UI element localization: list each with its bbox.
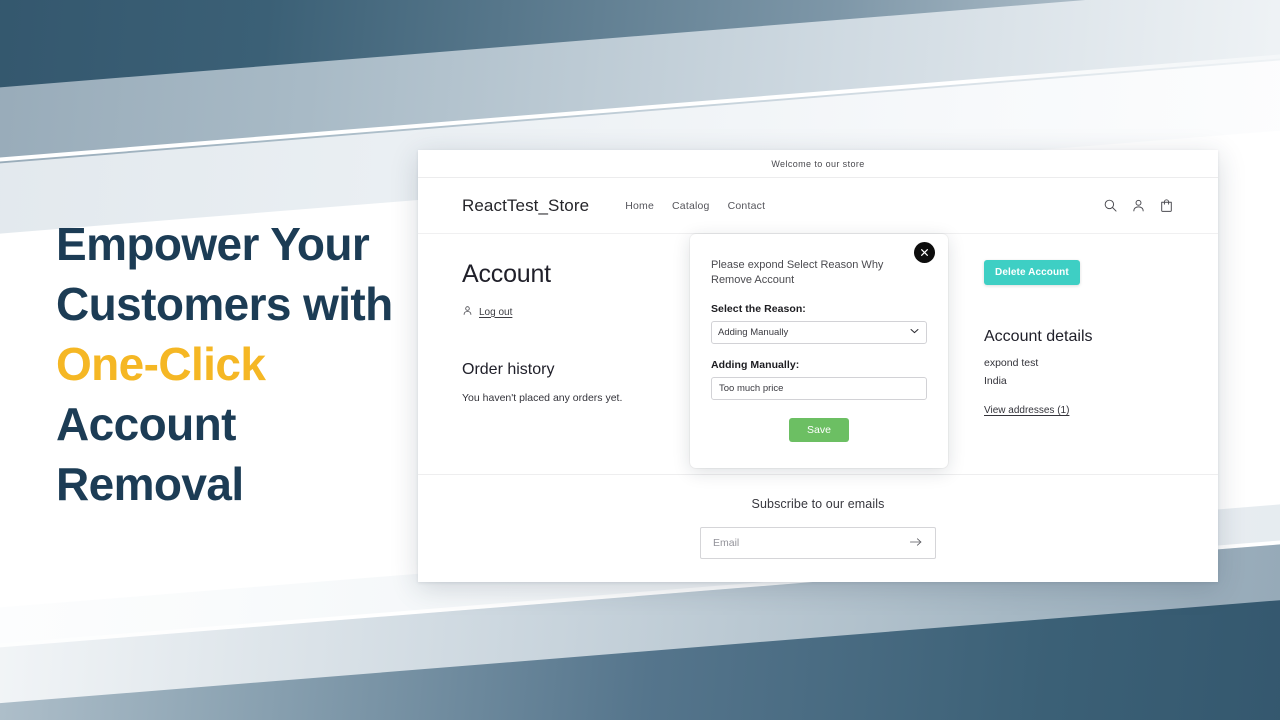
modal-prompt-text: Please expond Select Reason Why Remove A… bbox=[711, 259, 884, 286]
main-nav: Home Catalog Contact bbox=[625, 200, 765, 212]
store-brand[interactable]: ReactTest_Store bbox=[462, 196, 589, 216]
manual-reason-input[interactable] bbox=[711, 377, 927, 400]
account-details-title: Account details bbox=[984, 328, 1093, 345]
hero-line-3-accent: One-Click bbox=[56, 338, 266, 390]
announcement-text: Welcome to our store bbox=[771, 158, 865, 169]
user-icon bbox=[462, 303, 473, 321]
email-input[interactable] bbox=[701, 537, 903, 549]
reason-select-wrap: Adding Manually bbox=[711, 315, 927, 344]
reason-select[interactable]: Adding Manually bbox=[711, 321, 927, 344]
manual-reason-label: Adding Manually: bbox=[711, 359, 800, 371]
reason-label: Select the Reason: bbox=[711, 303, 806, 315]
hero-line-4: Account bbox=[56, 398, 236, 450]
account-detail-name: expond test bbox=[984, 357, 1039, 369]
arrow-right-icon bbox=[909, 536, 923, 551]
close-icon[interactable] bbox=[914, 242, 935, 263]
save-button[interactable]: Save bbox=[789, 418, 849, 442]
nav-item-catalog[interactable]: Catalog bbox=[672, 200, 710, 212]
view-addresses-link[interactable]: View addresses (1) bbox=[984, 405, 1069, 416]
account-detail-country: India bbox=[984, 375, 1007, 387]
remove-account-modal: Please expond Select Reason Why Remove A… bbox=[690, 234, 948, 468]
search-icon[interactable] bbox=[1103, 198, 1118, 213]
user-icon[interactable] bbox=[1131, 198, 1146, 213]
subscribe-submit-button[interactable] bbox=[903, 536, 935, 551]
header-icon-group bbox=[1103, 198, 1174, 213]
account-sidebar-column: Delete Account Account details expond te… bbox=[984, 260, 1174, 418]
logout-link[interactable]: Log out bbox=[479, 307, 512, 318]
nav-item-contact[interactable]: Contact bbox=[728, 200, 766, 212]
delete-account-button[interactable]: Delete Account bbox=[984, 260, 1080, 285]
hero-headline: Empower Your Customers with One-Click Ac… bbox=[56, 214, 406, 514]
subscribe-form bbox=[700, 527, 936, 559]
nav-item-home[interactable]: Home bbox=[625, 200, 654, 212]
store-footer: Subscribe to our emails bbox=[418, 474, 1218, 582]
subscribe-title: Subscribe to our emails bbox=[751, 497, 885, 511]
hero-line-1: Empower Your bbox=[56, 218, 370, 270]
hero-line-2: Customers with bbox=[56, 278, 393, 330]
hero-line-5: Removal bbox=[56, 458, 244, 510]
announcement-bar: Welcome to our store bbox=[418, 150, 1218, 178]
cart-icon[interactable] bbox=[1159, 198, 1174, 213]
store-header: ReactTest_Store Home Catalog Contact bbox=[418, 178, 1218, 234]
modal-actions: Save bbox=[711, 418, 927, 442]
